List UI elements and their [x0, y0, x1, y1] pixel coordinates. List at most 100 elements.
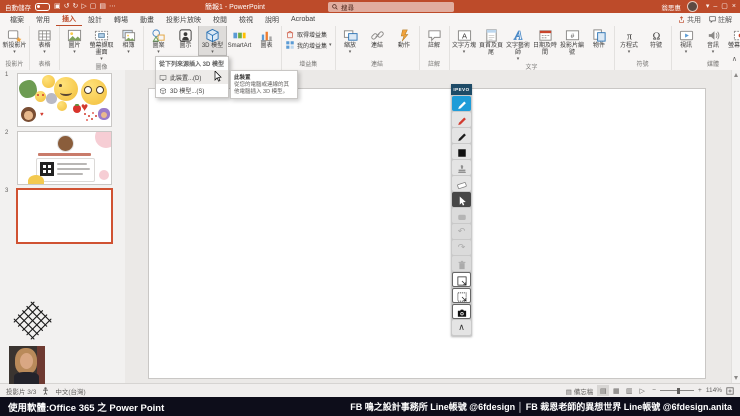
scroll-down-icon[interactable]	[733, 376, 738, 380]
tab-轉場[interactable]: 轉場	[108, 13, 134, 26]
ribbon-collapse-icon[interactable]: ∧	[732, 55, 737, 63]
zoom-level[interactable]: 114%	[706, 387, 722, 394]
3d-models-button[interactable]: 3D 模型 ▾	[198, 26, 227, 56]
reading-view-button[interactable]: ▥	[623, 385, 635, 396]
screen-recording-button[interactable]: 螢幕錄製	[727, 26, 740, 50]
pictures-button[interactable]: 圖片 ▾	[61, 26, 88, 55]
slide-sorter-view-button[interactable]: ▦	[610, 385, 622, 396]
new-slide-icon	[7, 28, 22, 43]
capture-area-tool[interactable]	[452, 272, 471, 287]
normal-view-button[interactable]: ▤	[597, 385, 610, 396]
eraser-tool[interactable]	[452, 176, 471, 191]
vertical-scrollbar[interactable]	[731, 70, 740, 383]
zoom-in-button[interactable]: +	[698, 387, 702, 394]
get-addins-button[interactable]: 取得增益集	[283, 29, 329, 39]
language-indicator[interactable]: 中文(台灣)	[55, 386, 85, 396]
equation-button[interactable]: π 方程式 ▾	[616, 26, 643, 55]
tab-說明[interactable]: 說明	[259, 13, 285, 26]
comments-button[interactable]: 註解	[709, 15, 732, 25]
slide-3-thumbnail[interactable]	[16, 188, 113, 244]
icons-button[interactable]: 圖示	[172, 26, 199, 50]
photo-album-button[interactable]: 相簿 ▾	[115, 26, 142, 55]
text-box-button[interactable]: A 文字方塊 ▾	[451, 26, 478, 55]
tab-Acrobat[interactable]: Acrobat	[285, 13, 321, 26]
close-icon[interactable]: ×	[730, 3, 738, 10]
save-icon[interactable]: ▣	[54, 3, 61, 10]
object-button[interactable]: 物件	[586, 26, 613, 50]
video-button[interactable]: 視訊 ▾	[673, 26, 700, 55]
new-slide-button[interactable]: 新投影片 ▾	[1, 26, 28, 55]
present-icon[interactable]: ▷	[81, 3, 86, 10]
undo-icon[interactable]: ↺	[64, 3, 70, 10]
action-button[interactable]: 動作	[391, 26, 418, 50]
slideshow-view-button[interactable]: ▷	[636, 385, 648, 396]
header-footer-button[interactable]: 頁首及頁尾	[478, 26, 505, 57]
slide-number: 2	[5, 130, 9, 136]
search-input[interactable]: 搜尋	[328, 1, 454, 12]
screenshot-button[interactable]: 螢幕擷取畫面 ▾	[88, 26, 115, 62]
camera-tool[interactable]	[452, 304, 471, 319]
smartart-button[interactable]: SmartArt	[226, 26, 253, 50]
maximize-icon[interactable]: ▢	[719, 3, 730, 10]
svg-text:Ω: Ω	[652, 31, 660, 42]
new-icon[interactable]: ▢	[90, 3, 97, 10]
zoom-insert-button[interactable]: 縮放 ▾	[337, 26, 364, 55]
tab-檢視[interactable]: 檢視	[233, 13, 259, 26]
print-icon[interactable]: ▤	[99, 3, 106, 10]
tab-校閱[interactable]: 校閱	[207, 13, 233, 26]
cursor-tool[interactable]	[452, 192, 471, 207]
share-button[interactable]: 共用	[678, 15, 701, 25]
notes-button[interactable]: ▤ 備忘稿	[566, 386, 593, 396]
more-icon[interactable]: ⋯	[109, 3, 116, 10]
ipevo-collapse-button[interactable]: ∧	[452, 320, 471, 335]
my-addins-button[interactable]: 我的增益集 ▾	[283, 40, 334, 50]
link-button[interactable]: 連結	[364, 26, 391, 50]
black-pen-tool[interactable]	[452, 128, 471, 143]
symbol-button[interactable]: Ω 符號	[643, 26, 670, 50]
chart-button[interactable]: 圖表	[253, 26, 280, 50]
capture-window-tool[interactable]	[452, 288, 471, 303]
smiley-hearts-emoji	[35, 91, 46, 102]
table-button[interactable]: 表格 ▾	[31, 26, 58, 55]
strawberry-emoji	[73, 103, 81, 113]
button-label: 圖表	[260, 43, 273, 49]
button-label: 物件	[593, 43, 606, 49]
tab-動畫[interactable]: 動畫	[134, 13, 160, 26]
slide-number-button[interactable]: # 投影片編號	[559, 26, 586, 57]
red-pen-tool[interactable]	[452, 112, 471, 127]
slide-2-thumbnail[interactable]	[17, 131, 112, 185]
slide-2-row: 2	[0, 130, 125, 186]
pen-tool[interactable]	[452, 96, 471, 111]
autosave-toggle[interactable]	[35, 2, 50, 11]
tab-插入[interactable]: 插入	[56, 12, 82, 27]
visor-tool[interactable]	[452, 208, 471, 223]
user-avatar[interactable]	[686, 1, 698, 12]
dropdown-item-stock-3d-models[interactable]: 3D 模型...(S)	[156, 84, 228, 97]
color-swatch[interactable]	[452, 144, 471, 159]
stamp-tool[interactable]	[452, 160, 471, 175]
undo-tool[interactable]: ↶	[452, 224, 471, 239]
shapes-button[interactable]: 圖案 ▾	[145, 26, 172, 55]
trash-tool[interactable]	[452, 256, 471, 271]
fit-slide-icon[interactable]	[726, 386, 734, 395]
headerfooter-icon	[484, 28, 499, 43]
redo-tool[interactable]: ↷	[452, 240, 471, 255]
tab-檔案[interactable]: 檔案	[4, 13, 30, 26]
zoom-slider[interactable]	[660, 387, 695, 394]
scroll-up-icon[interactable]	[733, 73, 738, 77]
tab-常用[interactable]: 常用	[30, 13, 56, 26]
tab-投影片放映[interactable]: 投影片放映	[160, 13, 207, 26]
redo-icon[interactable]: ↻	[73, 3, 79, 10]
button-label: 螢幕擷取畫面	[89, 43, 114, 56]
current-slide[interactable]	[148, 88, 706, 379]
slide-1-thumbnail[interactable]: ♥ ♥	[17, 73, 112, 127]
zoom-slider-thumb[interactable]	[677, 387, 680, 394]
comment-button[interactable]: 註解	[421, 26, 448, 50]
pink-dot-shape	[99, 170, 109, 180]
audio-button[interactable]: 音訊 ▾	[700, 26, 727, 55]
datetime-button[interactable]: 日期及時間	[532, 26, 559, 57]
zoom-out-button[interactable]: −	[652, 387, 656, 394]
accessibility-icon[interactable]	[42, 386, 49, 395]
tab-設計[interactable]: 設計	[82, 13, 108, 26]
wordart-button[interactable]: A 文字藝術師 ▾	[505, 26, 532, 62]
